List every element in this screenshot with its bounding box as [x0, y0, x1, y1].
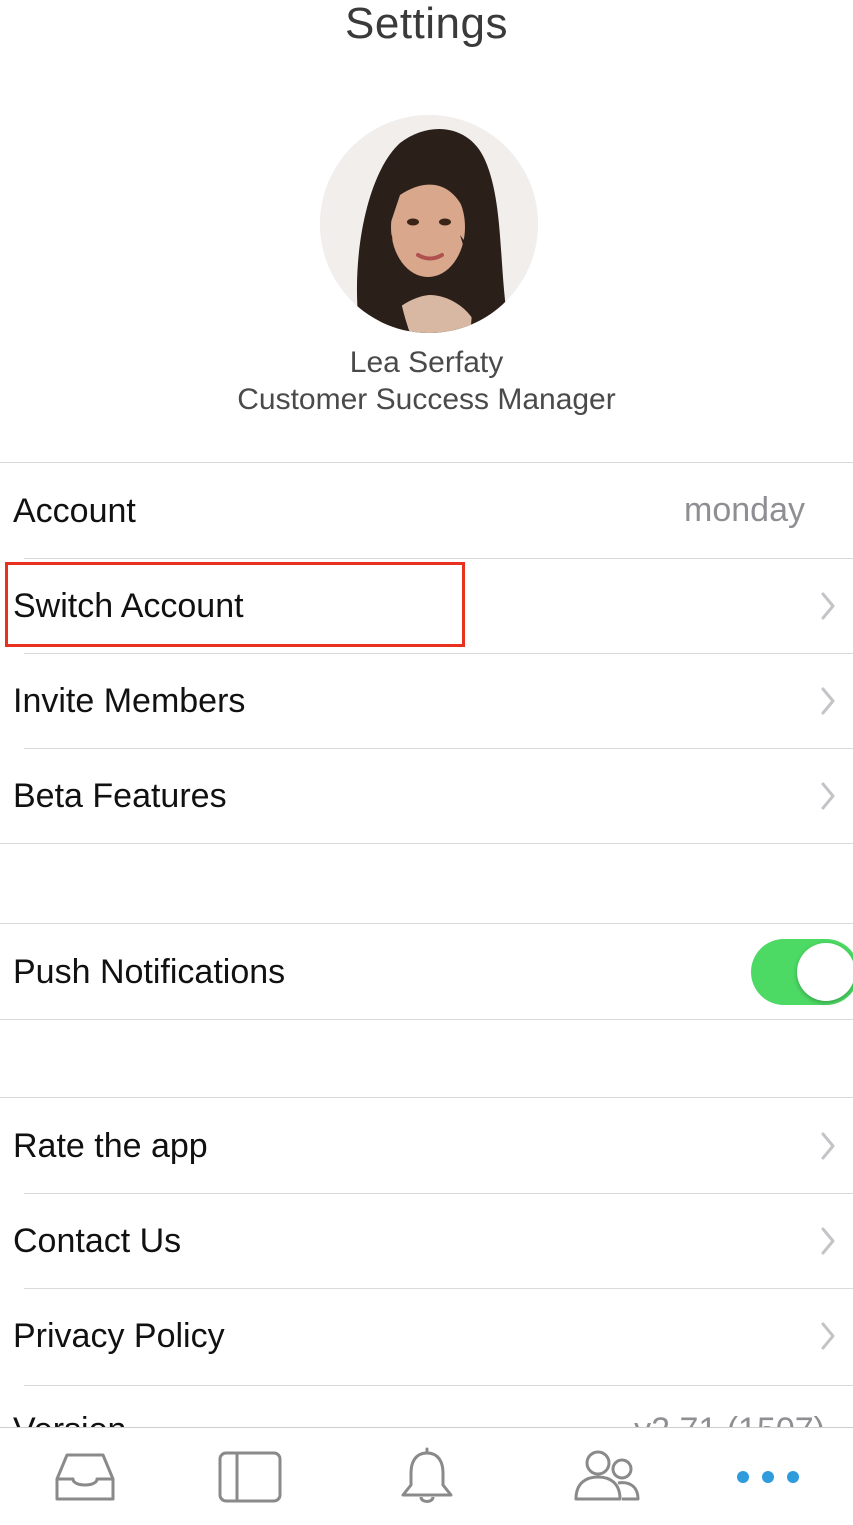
bell-icon: [401, 1447, 453, 1503]
chevron-right-icon: [821, 1227, 835, 1254]
privacy-policy-label: Privacy Policy: [13, 1316, 225, 1355]
push-notifications-toggle[interactable]: [751, 938, 853, 1005]
invite-members-label: Invite Members: [13, 681, 246, 720]
contact-us-row[interactable]: Contact Us: [0, 1193, 853, 1288]
profile-name: Lea Serfaty: [349, 346, 504, 379]
notifications-group: Push Notifications: [0, 923, 853, 1020]
tab-notifications[interactable]: [342, 1428, 512, 1525]
rate-app-row[interactable]: Rate the app: [0, 1098, 853, 1193]
support-group: Rate the app Contact Us Privacy Policy: [0, 1097, 853, 1383]
team-icon: [574, 1450, 640, 1501]
account-settings-group: Account monday Switch Account Invite Mem…: [0, 462, 853, 844]
invite-members-row[interactable]: Invite Members: [0, 653, 853, 748]
inbox-icon: [55, 1453, 115, 1501]
push-notifications-row: Push Notifications: [0, 924, 853, 1019]
settings-screen: Settings Lea Serfaty Customer Success Ma…: [0, 0, 853, 1525]
tab-inbox[interactable]: [0, 1428, 170, 1525]
beta-features-label: Beta Features: [13, 776, 227, 815]
chevron-right-icon: [821, 782, 835, 809]
chevron-right-icon: [821, 592, 835, 619]
switch-account-row[interactable]: Switch Account: [0, 558, 853, 653]
tab-bar: [0, 1427, 853, 1525]
tab-more[interactable]: [683, 1428, 853, 1525]
tab-team[interactable]: [522, 1428, 692, 1525]
privacy-policy-row[interactable]: Privacy Policy: [0, 1288, 853, 1383]
toggle-knob: [797, 942, 853, 1001]
rate-app-label: Rate the app: [13, 1126, 208, 1165]
tab-boards[interactable]: [165, 1428, 335, 1525]
switch-account-label: Switch Account: [13, 586, 244, 625]
page-title: Settings: [345, 0, 508, 48]
contact-us-label: Contact Us: [13, 1221, 182, 1260]
avatar-photo: [320, 115, 538, 333]
chevron-right-icon: [821, 1322, 835, 1349]
row-divider: [24, 1385, 853, 1386]
account-row[interactable]: Account monday: [0, 463, 853, 558]
profile-role: Customer Success Manager: [237, 383, 616, 416]
avatar[interactable]: [320, 115, 538, 333]
chevron-right-icon: [821, 1132, 835, 1159]
more-dots-icon: [737, 1471, 799, 1483]
account-value: monday: [684, 491, 805, 529]
boards-icon: [218, 1451, 282, 1503]
account-label: Account: [13, 491, 136, 530]
chevron-right-icon: [821, 687, 835, 714]
beta-features-row[interactable]: Beta Features: [0, 748, 853, 843]
push-notifications-label: Push Notifications: [13, 952, 286, 991]
